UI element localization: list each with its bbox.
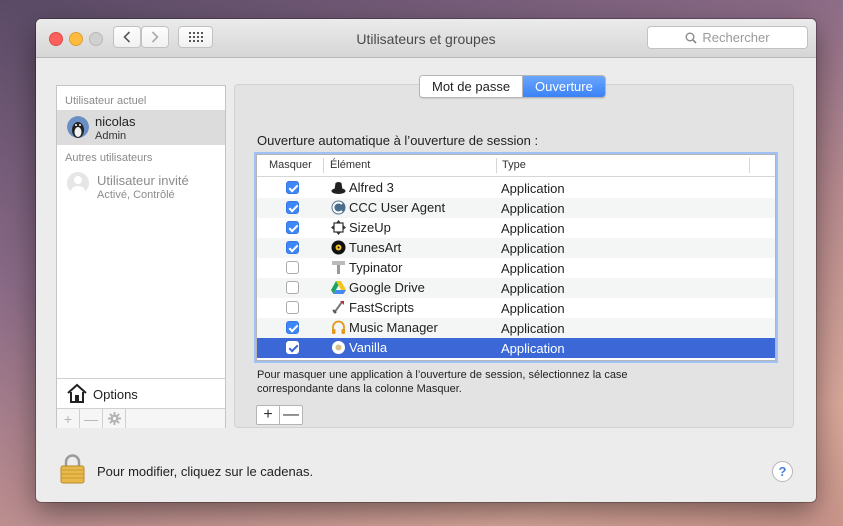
tab-control: Mot de passe Ouverture [419, 75, 606, 98]
other-users-header: Autres utilisateurs [65, 152, 153, 164]
hide-checkbox[interactable] [286, 321, 299, 334]
typinator-icon [332, 261, 345, 274]
search-placeholder: Rechercher [702, 30, 770, 45]
table-row[interactable]: SizeUp Application [257, 218, 775, 238]
item-type: Application [501, 181, 565, 196]
help-button[interactable]: ? [772, 461, 793, 482]
item-name: Alfred 3 [349, 180, 394, 195]
penguin-avatar-icon [67, 116, 89, 138]
login-items-heading: Ouverture automatique à l’ouverture de s… [257, 133, 539, 148]
item-name: Music Manager [349, 320, 438, 335]
item-name: TunesArt [349, 240, 402, 255]
hide-checkbox[interactable] [286, 241, 299, 254]
current-user-role: Admin [95, 130, 127, 142]
tab-login-items[interactable]: Ouverture [523, 76, 605, 97]
column-separator [323, 158, 324, 173]
column-separator [749, 158, 750, 173]
remove-login-item-button[interactable]: — [280, 406, 302, 424]
column-header-item[interactable]: Élément [330, 159, 370, 171]
item-name: SizeUp [349, 220, 391, 235]
hide-checkbox[interactable] [286, 221, 299, 234]
system-preferences-window: Utilisateurs et groupes Rechercher Utili… [36, 19, 816, 502]
sidebar-item-options[interactable]: Options [57, 378, 225, 409]
item-type: Application [501, 281, 565, 296]
fastscripts-icon [332, 301, 344, 314]
search-field[interactable]: Rechercher [647, 26, 808, 49]
guest-avatar [67, 172, 89, 194]
user-avatar [67, 116, 89, 138]
hide-checkbox[interactable] [286, 261, 299, 274]
person-silhouette-icon [71, 176, 85, 194]
item-name: Typinator [349, 260, 403, 275]
table-row[interactable]: CCC User Agent Application [257, 198, 775, 218]
item-type: Application [501, 321, 565, 336]
ccc-icon [331, 200, 346, 215]
gear-icon [107, 412, 121, 425]
google-drive-icon [331, 281, 346, 294]
sidebar-item-current-user[interactable]: nicolas Admin [57, 110, 225, 145]
column-header-type[interactable]: Type [502, 159, 526, 171]
item-type: Application [501, 341, 565, 356]
table-row[interactable]: Music Manager Application [257, 318, 775, 338]
padlock-icon [60, 454, 85, 484]
search-icon [685, 32, 697, 44]
table-row[interactable]: TunesArt Application [257, 238, 775, 258]
alfred-icon [331, 182, 346, 194]
users-sidebar: Utilisateur actuel nicolas Admin Autres … [56, 85, 226, 428]
remove-user-button[interactable]: — [80, 409, 103, 428]
hide-help-text: Pour masquer une application à l’ouvertu… [257, 369, 628, 395]
title-bar: Utilisateurs et groupes Rechercher [36, 19, 816, 58]
hide-checkbox[interactable] [286, 281, 299, 294]
table-row[interactable]: Alfred 3 Application [257, 178, 775, 198]
current-user-header: Utilisateur actuel [65, 95, 147, 107]
item-type: Application [501, 241, 565, 256]
item-name: FastScripts [349, 300, 415, 315]
add-remove-control: + — [256, 405, 303, 425]
table-row[interactable]: Typinator Application [257, 258, 775, 278]
hide-checkbox[interactable] [286, 201, 299, 214]
login-items-table: Masquer Élément Type Alfred 3 Applicatio… [256, 154, 776, 361]
hide-checkbox[interactable] [286, 181, 299, 194]
sidebar-item-guest-user[interactable]: Utilisateur invité Activé, Contrôlé [57, 166, 225, 201]
item-name: Vanilla [349, 340, 388, 355]
action-menu-button[interactable] [103, 409, 126, 428]
table-header: Masquer Élément Type [257, 155, 775, 177]
item-name: Google Drive [349, 280, 425, 295]
column-header-hide[interactable]: Masquer [269, 159, 312, 171]
guest-user-status: Activé, Contrôlé [97, 189, 175, 201]
item-type: Application [501, 301, 565, 316]
table-row-selected[interactable]: Vanilla Application [257, 338, 775, 358]
vanilla-icon [332, 341, 345, 354]
hide-checkbox[interactable] [286, 301, 299, 314]
item-type: Application [501, 201, 565, 216]
add-user-button[interactable]: + [57, 409, 80, 428]
column-separator [496, 158, 497, 173]
options-label: Options [93, 387, 138, 402]
sizeup-icon [331, 220, 346, 235]
headphones-icon [332, 320, 345, 334]
tab-password[interactable]: Mot de passe [420, 76, 524, 97]
item-name: CCC User Agent [349, 200, 446, 215]
table-row[interactable]: FastScripts Application [257, 298, 775, 318]
item-type: Application [501, 221, 565, 236]
guest-user-name: Utilisateur invité [97, 173, 189, 188]
house-icon [67, 383, 87, 403]
hide-checkbox[interactable] [286, 341, 299, 354]
current-user-name: nicolas [95, 114, 136, 129]
lock-button[interactable] [60, 454, 85, 489]
table-row[interactable]: Google Drive Application [257, 278, 775, 298]
add-login-item-button[interactable]: + [257, 406, 280, 424]
content-area: Utilisateur actuel nicolas Admin Autres … [36, 58, 816, 502]
tunesart-icon [331, 240, 346, 255]
sidebar-footer: + — [57, 408, 225, 428]
lock-hint-text: Pour modifier, cliquez sur le cadenas. [97, 464, 314, 479]
item-type: Application [501, 261, 565, 276]
